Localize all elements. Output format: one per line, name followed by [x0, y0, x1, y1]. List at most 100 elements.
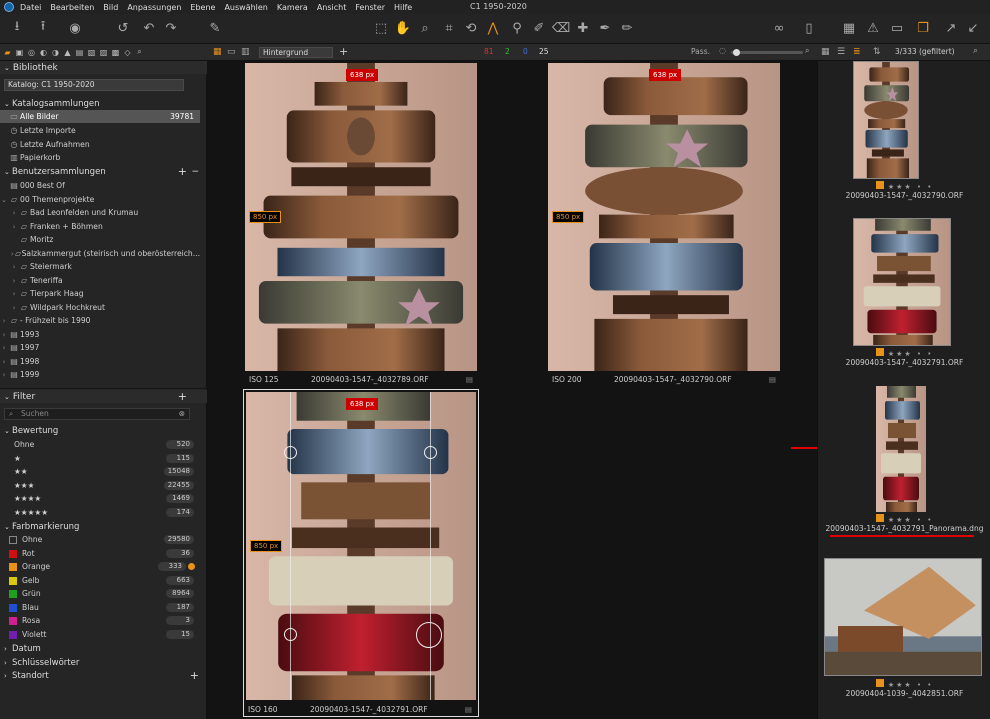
- zoom-slider-thumb[interactable]: [733, 49, 740, 56]
- chevron-right-icon[interactable]: ›: [10, 290, 18, 298]
- viewer-cell[interactable]: 638 px 850 px ISO 200 20090403-1547-_403…: [546, 61, 782, 387]
- clear-search-icon[interactable]: ⊗: [179, 409, 185, 419]
- app-logo-icon[interactable]: [4, 2, 14, 12]
- menu-ebene[interactable]: Ebene: [190, 3, 215, 12]
- chevron-right-icon[interactable]: ›: [10, 263, 18, 271]
- menu-anpassungen[interactable]: Anpassungen: [127, 3, 181, 12]
- lens-tab-icon[interactable]: ◎: [27, 48, 36, 57]
- collection-recent-imports[interactable]: ◷ Letzte Importe: [0, 124, 200, 137]
- layer-select[interactable]: Hintergrund: [259, 47, 333, 58]
- sort-icon[interactable]: ⇅: [873, 47, 881, 57]
- chevron-right-icon[interactable]: ›: [10, 223, 18, 231]
- menu-datei[interactable]: Datei: [20, 3, 41, 12]
- info-icon[interactable]: ▤: [466, 375, 473, 384]
- collection-trash[interactable]: ▥ Papierkorb: [0, 151, 200, 164]
- heal-tool-icon[interactable]: ✚: [574, 19, 592, 37]
- chevron-right-icon[interactable]: ›: [0, 317, 8, 325]
- rating-header[interactable]: ⌄ Bewertung: [0, 424, 207, 437]
- collection-1997[interactable]: › ▤ 1997: [0, 341, 200, 354]
- chevron-right-icon[interactable]: ›: [10, 277, 18, 285]
- export-icon[interactable]: ⭱: [34, 19, 52, 37]
- list-view-icon[interactable]: ☰: [837, 47, 845, 57]
- metadata-tab-icon[interactable]: ▤: [75, 48, 84, 57]
- batch-icon[interactable]: ▭: [888, 19, 906, 37]
- collection-salzkammergut[interactable]: › ▱ Salzkammergut (steirisch und oberöste…: [0, 247, 200, 260]
- collection-themenprojekte[interactable]: ⌄ ▱ 00 Themenprojekte: [0, 193, 200, 206]
- add-icon[interactable]: +: [178, 165, 187, 178]
- chevron-right-icon[interactable]: ›: [0, 371, 8, 379]
- user-collections-header[interactable]: ⌄ Benutzersammlungen + −: [0, 165, 207, 178]
- menu-ansicht[interactable]: Ansicht: [317, 3, 347, 12]
- menu-hilfe[interactable]: Hilfe: [394, 3, 412, 12]
- chevron-down-icon[interactable]: ⌄: [0, 196, 8, 204]
- add-icon[interactable]: +: [178, 390, 187, 403]
- details-tab-icon[interactable]: ▲: [63, 48, 72, 57]
- color-filter-violet[interactable]: Violett 15: [0, 628, 200, 641]
- batch-tab-icon[interactable]: ▩: [111, 48, 120, 57]
- rating-filter-4[interactable]: ★★★★ 1469: [0, 492, 200, 505]
- zoom-out-icon[interactable]: ◌: [719, 46, 726, 55]
- thumbnail-rating[interactable]: ★★★ • •: [818, 514, 990, 524]
- grid-view-icon[interactable]: ▦: [821, 47, 830, 57]
- rotate-tool-icon[interactable]: ⟲: [462, 19, 480, 37]
- color-filter-pink[interactable]: Rosa 3: [0, 614, 200, 627]
- menu-kamera[interactable]: Kamera: [277, 3, 308, 12]
- reset-icon[interactable]: ↺: [114, 19, 132, 37]
- collection-1998[interactable]: › ▤ 1998: [0, 355, 200, 368]
- camera-icon[interactable]: ◉: [66, 19, 84, 37]
- exposure-tab-icon[interactable]: ◑: [51, 48, 60, 57]
- brush-tool-icon[interactable]: ✐: [530, 19, 548, 37]
- keystone-tool-icon[interactable]: ⋀: [484, 19, 502, 37]
- crop-line-left[interactable]: [290, 392, 291, 700]
- compare-icon[interactable]: ▯: [800, 19, 818, 37]
- thumbnail[interactable]: [853, 61, 919, 179]
- chevron-right-icon[interactable]: ›: [0, 331, 8, 339]
- collection-moritz[interactable]: ▱ Moritz: [0, 233, 200, 246]
- chevron-right-icon[interactable]: ›: [10, 209, 18, 217]
- collection-steiermark[interactable]: › ▱ Steiermark: [0, 260, 200, 273]
- menu-fenster[interactable]: Fenster: [355, 3, 385, 12]
- collection-best-of[interactable]: ▤ 000 Best Of: [0, 179, 200, 192]
- rating-filter-none[interactable]: Ohne 520: [0, 438, 200, 451]
- select-tool-icon[interactable]: ⬚: [372, 19, 390, 37]
- library-tab-icon[interactable]: ▰: [3, 48, 12, 57]
- adjust-tab-icon[interactable]: ▧: [87, 48, 96, 57]
- color-filter-blue[interactable]: Blau 187: [0, 601, 200, 614]
- menu-auswaehlen[interactable]: Auswählen: [224, 3, 267, 12]
- keystone-handle[interactable]: [424, 446, 437, 459]
- collapse-icon[interactable]: ↙: [964, 19, 982, 37]
- warning-icon[interactable]: ⚠: [864, 19, 882, 37]
- import-icon[interactable]: ⭳: [8, 19, 26, 37]
- viewer-cell-selected[interactable]: 638 px 850 px ISO 160 20090403-1547-_403…: [243, 389, 479, 717]
- eraser-tool-icon[interactable]: ⌫: [552, 19, 570, 37]
- rating-filter-1[interactable]: ★ 115: [0, 452, 200, 465]
- collection-teneriffa[interactable]: › ▱ Teneriffa: [0, 274, 200, 287]
- chevron-right-icon[interactable]: ›: [10, 304, 18, 312]
- viewer-cell[interactable]: 638 px 850 px ISO 125 20090403-1547-_403…: [243, 61, 479, 387]
- thumbnail-rating[interactable]: ★★★ • •: [818, 348, 990, 358]
- collection-wildpark[interactable]: › ▱ Wildpark Hochkreut: [0, 301, 200, 314]
- crop-tool-icon[interactable]: ⌗: [440, 19, 458, 37]
- annotate-tool-icon[interactable]: ✏: [618, 19, 636, 37]
- date-filter-header[interactable]: › Datum: [0, 642, 207, 655]
- zoom-tool-icon[interactable]: ⌕: [416, 19, 434, 37]
- thumbnail-rating[interactable]: ★★★ • •: [818, 181, 990, 191]
- info-icon[interactable]: ▤: [465, 705, 472, 714]
- collection-1993[interactable]: › ▤ 1993: [0, 328, 200, 341]
- color-tag-header[interactable]: ⌄ Farbmarkierung: [0, 520, 207, 533]
- collection-recent-captures[interactable]: ◷ Letzte Aufnahmen: [0, 138, 200, 151]
- color-tab-icon[interactable]: ◐: [39, 48, 48, 57]
- color-filter-yellow[interactable]: Gelb 663: [0, 574, 200, 587]
- search-tab-icon[interactable]: ⌕: [135, 47, 144, 57]
- color-filter-none[interactable]: Ohne 29580: [0, 533, 200, 546]
- chevron-right-icon[interactable]: ›: [0, 358, 8, 366]
- proof-glasses-icon[interactable]: ∞: [770, 19, 788, 37]
- thumbnail-rating[interactable]: ★★★ • •: [818, 679, 990, 689]
- expand-icon[interactable]: ↗: [942, 19, 960, 37]
- thumbnail[interactable]: [824, 558, 982, 676]
- library-header[interactable]: ⌄ Bibliothek: [0, 61, 207, 74]
- add-layer-icon[interactable]: +: [339, 45, 348, 58]
- output-tab-icon[interactable]: ▨: [99, 48, 108, 57]
- single-view-icon[interactable]: ▭: [227, 47, 236, 57]
- filter-header[interactable]: ⌄ Filter +: [0, 390, 207, 403]
